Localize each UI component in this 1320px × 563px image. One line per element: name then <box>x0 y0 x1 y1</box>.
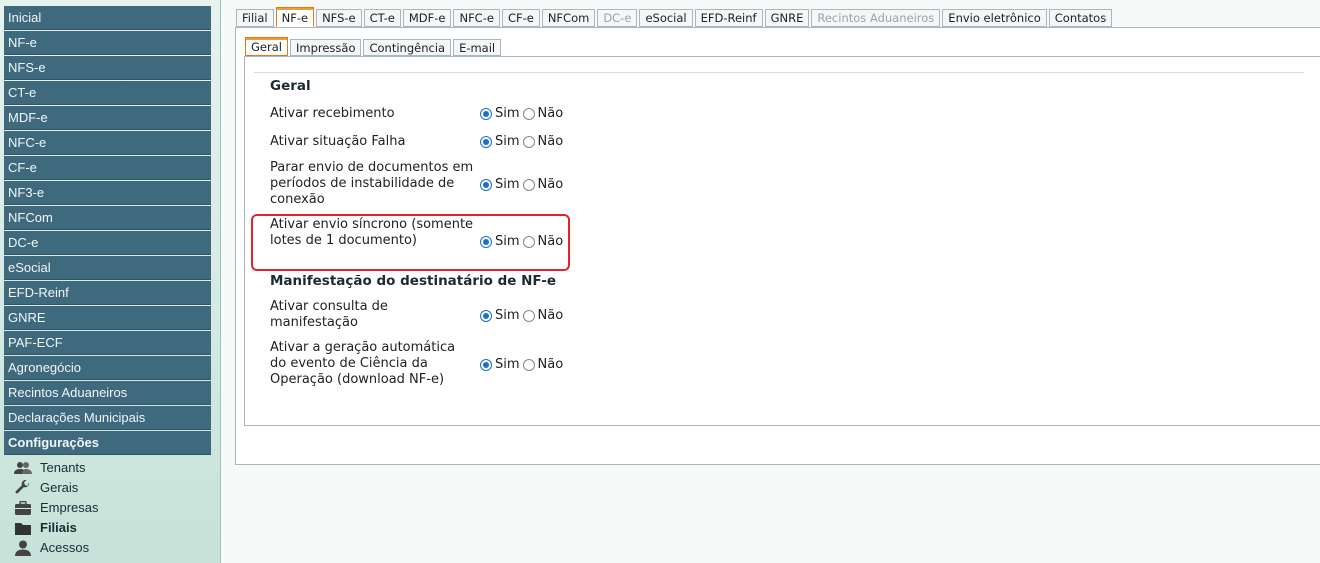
radio-sim[interactable] <box>480 235 492 248</box>
user-icon <box>14 540 32 556</box>
radio-label-nao: Não <box>537 357 564 372</box>
radio-nao[interactable] <box>522 235 535 248</box>
sidebar-item-nf3e[interactable]: NF3-e <box>4 181 211 205</box>
sidebar-item-recintos-aduaneiros[interactable]: Recintos Aduaneiros <box>4 381 211 405</box>
submenu-item-label: Gerais <box>40 480 79 495</box>
radio-label-nao: Não <box>537 134 564 149</box>
field-label-parar-envio: Parar envio de documentos em períodos de… <box>270 160 474 207</box>
submenu-item-acessos[interactable]: Acessos <box>14 538 99 558</box>
radio-sim[interactable] <box>480 135 492 148</box>
radio-group-ativar-situacao-falha: Sim Não <box>480 134 566 149</box>
tab-dce: DC-e <box>597 9 638 27</box>
sidebar-item-gnre[interactable]: GNRE <box>4 306 211 330</box>
submenu-item-label: Empresas <box>40 500 99 515</box>
sidebar-item-nfcom[interactable]: NFCom <box>4 206 211 230</box>
sidebar-item-paf-ecf[interactable]: PAF-ECF <box>4 331 211 355</box>
radio-label-sim: Sim <box>495 106 520 121</box>
configuracoes-submenu: Tenants Gerais Empresas Filiais Acessos <box>14 458 99 558</box>
sidebar-item-cte[interactable]: CT-e <box>4 81 211 105</box>
sidebar-item-configuracoes[interactable]: Configurações <box>4 431 211 455</box>
sidebar-item-mdfe[interactable]: MDF-e <box>4 106 211 130</box>
submenu-item-empresas[interactable]: Empresas <box>14 498 99 518</box>
tab-esocial[interactable]: eSocial <box>639 9 693 27</box>
tab-bar: Filial NF-e NFS-e CT-e MDF-e NFC-e CF-e … <box>236 7 1114 28</box>
radio-nao[interactable] <box>522 135 535 148</box>
radio-nao[interactable] <box>522 107 535 120</box>
tab-gnre[interactable]: GNRE <box>764 9 810 27</box>
tab-contatos[interactable]: Contatos <box>1048 9 1113 27</box>
tab-mdfe[interactable]: MDF-e <box>402 9 452 27</box>
radio-nao[interactable] <box>522 178 535 191</box>
radio-group-parar-envio: Sim Não <box>480 177 566 192</box>
field-label-ativar-recebimento: Ativar recebimento <box>270 106 395 121</box>
tab-nfse[interactable]: NFS-e <box>316 9 362 27</box>
sidebar-menu: Inicial NF-e NFS-e CT-e MDF-e NFC-e CF-e… <box>4 6 211 456</box>
sidebar-item-declaracoes-municipais[interactable]: Declarações Municipais <box>4 406 211 430</box>
wrench-icon <box>14 480 32 496</box>
radio-label-sim: Sim <box>495 308 520 323</box>
radio-group-envio-sincrono: Sim Não <box>480 234 566 249</box>
sidebar: Inicial NF-e NFS-e CT-e MDF-e NFC-e CF-e… <box>0 0 221 563</box>
subtab-bar: Geral Impressão Contingência E-mail <box>245 37 503 57</box>
radio-label-sim: Sim <box>495 134 520 149</box>
sidebar-item-cfe[interactable]: CF-e <box>4 156 211 180</box>
radio-nao[interactable] <box>522 358 535 371</box>
radio-label-sim: Sim <box>495 234 520 249</box>
tab-recintos-aduaneiros: Recintos Aduaneiros <box>811 9 941 27</box>
radio-label-nao: Não <box>537 308 564 323</box>
tab-envio-eletronico[interactable]: Envio eletrônico <box>942 9 1047 27</box>
field-label-consulta-manifestacao: Ativar consulta de manifestação <box>270 299 388 330</box>
radio-group-consulta-manifestacao: Sim Não <box>480 308 566 323</box>
radio-label-sim: Sim <box>495 357 520 372</box>
submenu-item-tenants[interactable]: Tenants <box>14 458 99 478</box>
subtab-impressao[interactable]: Impressão <box>289 39 362 56</box>
radio-label-nao: Não <box>537 177 564 192</box>
sidebar-item-nfe[interactable]: NF-e <box>4 31 211 55</box>
briefcase-icon <box>14 500 32 516</box>
sidebar-item-inicial[interactable]: Inicial <box>4 6 211 30</box>
section-title-geral: Geral <box>270 78 311 94</box>
radio-sim[interactable] <box>480 107 492 120</box>
subtab-geral[interactable]: Geral <box>245 37 288 56</box>
tab-cfe[interactable]: CF-e <box>501 9 540 27</box>
radio-sim[interactable] <box>480 178 492 191</box>
sidebar-item-dce[interactable]: DC-e <box>4 231 211 255</box>
sidebar-item-nfse[interactable]: NFS-e <box>4 56 211 80</box>
form-panel: Geral Ativar recebimento Sim Não Ativar … <box>244 56 1320 426</box>
sidebar-item-esocial[interactable]: eSocial <box>4 256 211 280</box>
radio-label-nao: Não <box>537 234 564 249</box>
radio-group-ativar-recebimento: Sim Não <box>480 106 566 121</box>
tab-nfce[interactable]: NFC-e <box>453 9 500 27</box>
subtab-contingencia[interactable]: Contingência <box>363 39 452 56</box>
tab-nfcom[interactable]: NFCom <box>541 9 596 27</box>
subtab-email[interactable]: E-mail <box>453 39 502 56</box>
field-label-ciencia-operacao: Ativar a geração automática do evento de… <box>270 340 456 387</box>
form-content: Geral Ativar recebimento Sim Não Ativar … <box>254 72 1304 413</box>
folder-icon <box>14 520 32 536</box>
sidebar-item-efd-reinf[interactable]: EFD-Reinf <box>4 281 211 305</box>
radio-nao[interactable] <box>522 309 535 322</box>
tab-efd-reinf[interactable]: EFD-Reinf <box>694 9 763 27</box>
sidebar-item-nfce[interactable]: NFC-e <box>4 131 211 155</box>
radio-group-ciencia-operacao: Sim Não <box>480 357 566 372</box>
radio-sim[interactable] <box>480 309 492 322</box>
radio-sim[interactable] <box>480 358 492 371</box>
submenu-item-label: Tenants <box>40 460 86 475</box>
field-label-envio-sincrono: Ativar envio síncrono (somente lotes de … <box>270 217 474 248</box>
radio-label-sim: Sim <box>495 177 520 192</box>
section-title-manifestacao: Manifestação do destinatário de NF-e <box>270 273 556 289</box>
users-icon <box>14 460 32 476</box>
submenu-item-gerais[interactable]: Gerais <box>14 478 99 498</box>
sidebar-item-agronegocio[interactable]: Agronegócio <box>4 356 211 380</box>
tab-cte[interactable]: CT-e <box>363 9 401 27</box>
tab-nfe[interactable]: NF-e <box>275 7 315 27</box>
field-label-ativar-situacao-falha: Ativar situação Falha <box>270 134 406 149</box>
submenu-item-label: Acessos <box>40 540 90 555</box>
submenu-item-filiais[interactable]: Filiais <box>14 518 99 538</box>
submenu-item-label: Filiais <box>40 520 77 535</box>
tab-filial[interactable]: Filial <box>236 9 274 27</box>
radio-label-nao: Não <box>537 106 564 121</box>
